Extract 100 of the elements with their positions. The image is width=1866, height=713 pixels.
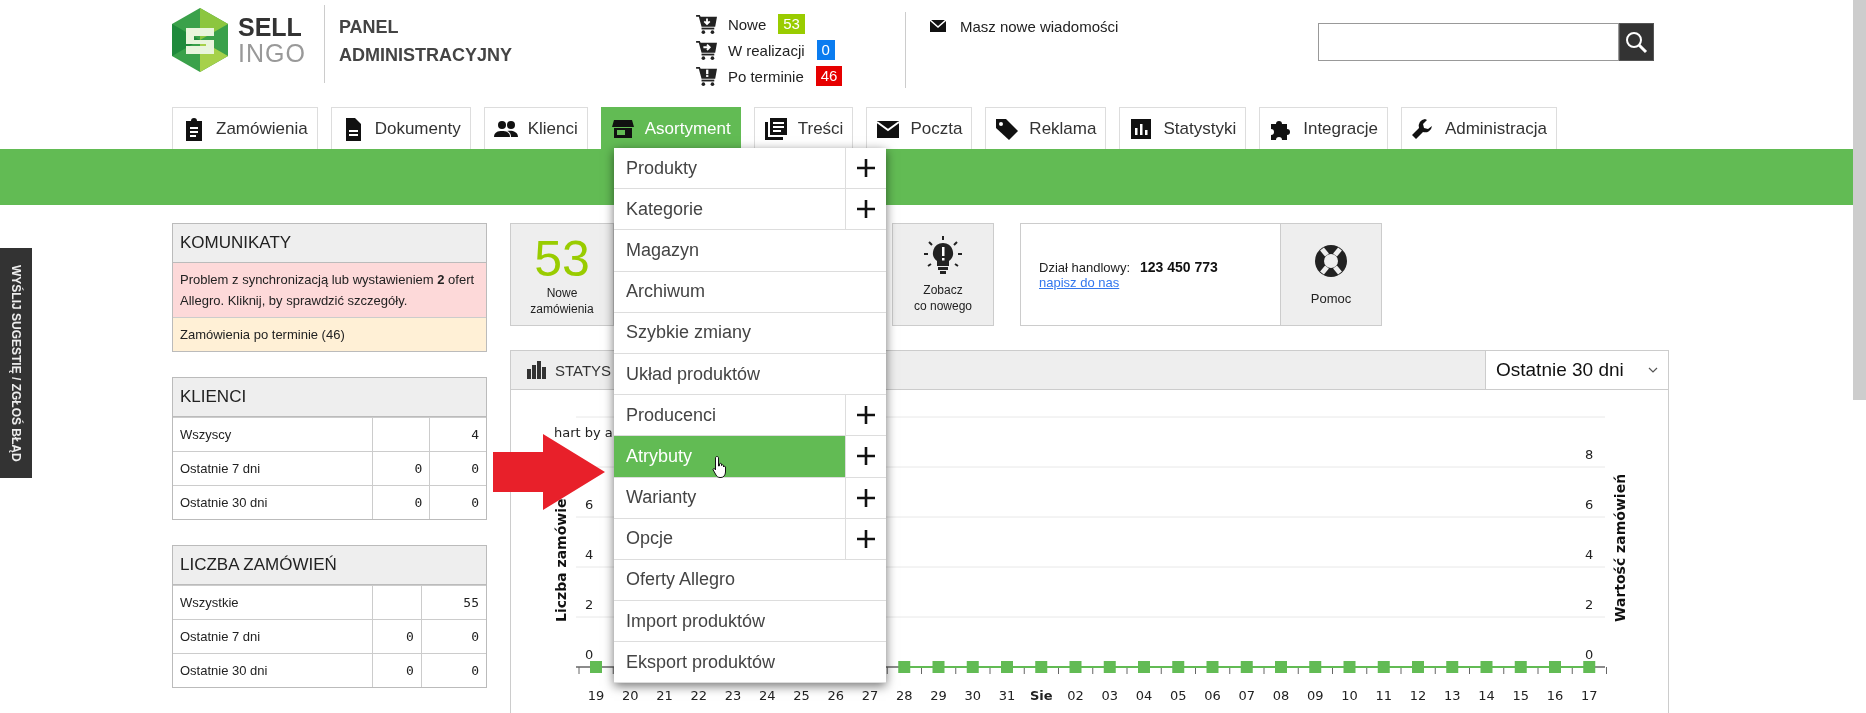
data-point [1583, 661, 1596, 673]
count-badge: 46 [815, 66, 843, 86]
shortcut-tile[interactable]: Zobacz co nowego [892, 223, 994, 326]
menu-item[interactable]: Opcje [614, 518, 845, 559]
scrollbar-thumb[interactable] [1853, 0, 1866, 400]
table-cell: 0 [372, 619, 422, 654]
add-button[interactable] [845, 189, 886, 230]
status-label: Po terminie [727, 67, 804, 85]
menu-item[interactable]: Kategorie [614, 189, 845, 230]
data-point [1103, 661, 1116, 673]
table-cell: Ostatnie 30 dni [173, 653, 373, 687]
table-cell: 0 [429, 485, 486, 519]
caret-icon [1648, 367, 1658, 373]
nav-tab[interactable]: Administracja [1400, 107, 1557, 149]
data-point [1514, 661, 1527, 673]
menu-item[interactable]: Produkty [614, 148, 845, 189]
cart-icon [695, 40, 718, 60]
nav-tab[interactable]: Integracje [1259, 107, 1388, 149]
data-point [1001, 661, 1013, 673]
tick-label: 27 [861, 688, 879, 703]
tick-label: 17 [1581, 688, 1598, 703]
wrench-icon [1410, 116, 1435, 141]
status-label: W realizacji [727, 41, 805, 59]
tick-label: 06 [1204, 688, 1221, 703]
table-cell: 55 [421, 585, 486, 620]
tick-label: 10 [1341, 688, 1358, 703]
plus-icon [857, 200, 875, 219]
tile-count: 53 [534, 232, 590, 285]
menu-item[interactable]: Eksport produktów [614, 642, 886, 683]
tick-label: 0 [585, 647, 594, 662]
tick-label: 30 [964, 688, 981, 703]
notice[interactable]: Problem z synchronizacją lub wystawieniem 2 ofert Allegro. Kliknij, by sprawdzić szczegóły. [173, 263, 486, 318]
tick-label: 31 [998, 688, 1016, 703]
nav-tab[interactable]: Reklama [985, 107, 1107, 149]
panel-title: ADMINISTRACYJNY [338, 44, 512, 67]
menu-item[interactable]: Oferty Allegro [614, 559, 886, 601]
messages-link[interactable]: Masz nowe wiadomości [959, 18, 1119, 35]
tick-label: 2 [1585, 597, 1594, 612]
table-cell: Wszyscy [173, 417, 373, 452]
plus-icon [857, 406, 875, 425]
add-button[interactable] [845, 477, 886, 518]
panel-header: KOMUNIKATY [173, 224, 486, 263]
data-point [1138, 661, 1150, 673]
nav-tab[interactable]: Poczta [866, 107, 973, 149]
data-point [1377, 661, 1390, 673]
plus-icon [857, 447, 875, 466]
menu-item[interactable]: Magazyn [614, 230, 886, 271]
period-select[interactable]: Ostatnie 30 dni [1485, 351, 1668, 389]
tick-label: 23 [724, 688, 742, 703]
add-button[interactable] [845, 395, 886, 436]
logo-text: INGO [238, 40, 306, 66]
menu-item[interactable]: Warianty [614, 477, 845, 518]
tick-label: 20 [622, 688, 639, 703]
tick-label: 14 [1478, 688, 1495, 703]
data-point [898, 661, 911, 673]
table-cell: Wszystkie [173, 585, 373, 620]
add-button[interactable] [845, 148, 886, 189]
search-icon [1624, 30, 1649, 54]
tag-icon [995, 116, 1020, 141]
menu-item[interactable]: Import produktów [614, 601, 886, 642]
tick-label: 21 [656, 688, 673, 703]
cart-icon [695, 14, 718, 34]
tick-label: 8 [1585, 447, 1594, 462]
data-point [1069, 661, 1082, 673]
search-field[interactable] [1317, 23, 1619, 61]
menu-item[interactable]: Szybkie zmiany [614, 312, 886, 353]
menu-item[interactable]: Układ produktów [614, 353, 886, 395]
nav-tab[interactable]: Treści [753, 107, 854, 149]
contact-link[interactable]: napisz do nas [1039, 275, 1120, 290]
tick-label: 2 [585, 597, 594, 612]
table-cell: 0 [372, 653, 422, 687]
panel-title: STATYS [555, 361, 612, 379]
tick-label: 19 [587, 688, 605, 703]
logo-text: SELL [238, 14, 303, 40]
notice[interactable]: Zamówienia po terminie (46) [173, 318, 486, 351]
menu-item[interactable]: Producenci [614, 395, 845, 436]
table-cell: Ostatnie 30 dni [173, 485, 373, 519]
add-button[interactable] [845, 436, 886, 477]
plus-icon [857, 159, 875, 178]
tick-label: 24 [759, 688, 776, 703]
data-point [1343, 661, 1356, 673]
nav-tab[interactable]: Klienci [483, 107, 588, 149]
axis-title: Liczba zamówie [553, 498, 569, 622]
search-button[interactable] [1618, 23, 1654, 61]
menu-item[interactable]: Archiwum [614, 271, 886, 312]
data-point [932, 661, 945, 673]
help-button[interactable]: Pomoc [1280, 224, 1381, 325]
nav-tab[interactable]: Zamówienia [172, 107, 318, 149]
feedback-tab[interactable]: WYŚLIJ SUGESTIĘ / ZGŁOŚ BŁĄD [0, 248, 32, 478]
data-point [966, 661, 979, 673]
nav-tab[interactable]: Statystyki [1119, 107, 1247, 149]
table-cell: 0 [421, 619, 486, 654]
table-cell: 0 [372, 485, 430, 519]
table-cell: Ostatnie 7 dni [173, 619, 373, 654]
add-button[interactable] [845, 518, 886, 559]
tick-label: 03 [1101, 688, 1118, 703]
shortcut-tile[interactable]: 53 Nowe zamówienia [510, 223, 614, 326]
nav-tab[interactable]: Dokumenty [330, 107, 471, 149]
data-point [1480, 661, 1493, 673]
tick-label: 0 [1585, 647, 1594, 662]
